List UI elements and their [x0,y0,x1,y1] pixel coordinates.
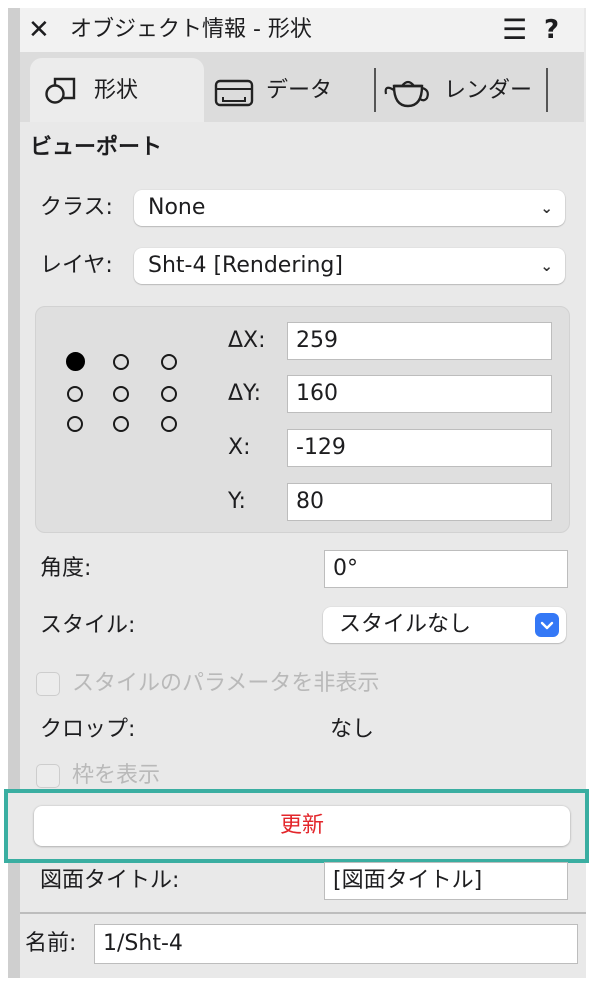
palette-title-bar: ✕ オブジェクト情報 - 形状 ☰ ? [20,8,584,52]
palette-title: オブジェクト情報 - 形状 [70,17,312,42]
menu-icon[interactable]: ☰ [502,8,527,52]
class-label: クラス: [40,195,113,220]
show-frame-checkbox[interactable] [36,764,60,788]
divider [20,912,586,914]
anchor-point-grid[interactable] [64,350,184,436]
x-field[interactable]: -129 [287,429,552,467]
layer-dropdown[interactable]: Sht-4 [Rendering] ⌄ [134,248,565,284]
name-field[interactable]: 1/Sht-4 [94,924,578,964]
chevron-down-icon: ⌄ [540,199,553,217]
shape-icon [44,76,78,106]
anchor-top-left-selected[interactable] [66,352,85,371]
tab-shape[interactable]: 形状 [30,58,204,122]
angle-label: 角度: [40,556,92,581]
teapot-icon [382,72,434,112]
angle-field[interactable]: 0° [324,550,568,588]
tab-render-label: レンダー [444,78,533,103]
delta-y-field[interactable]: 160 [287,375,552,413]
name-label: 名前: [25,931,77,956]
anchor-center[interactable] [113,386,129,402]
layer-label: レイヤ: [40,253,113,278]
y-label: Y: [228,489,246,514]
show-frame-label: 枠を表示 [72,763,161,788]
style-label: スタイル: [40,613,136,638]
tab-render[interactable]: レンダー [378,58,548,122]
class-value: None [148,195,206,220]
section-header-viewport: ビューポート [30,135,163,160]
data-icon [214,78,254,108]
x-label: X: [228,435,251,460]
hide-style-params-label: スタイルのパラメータを非表示 [72,671,380,696]
anchor-top-right[interactable] [161,354,177,370]
style-dropdown[interactable]: スタイルなし [323,607,566,643]
anchor-bottom-left[interactable] [67,416,83,432]
help-icon[interactable]: ? [544,8,559,52]
style-value: スタイルなし [339,612,472,637]
tab-data[interactable]: データ [210,58,370,122]
tab-separator [374,68,376,112]
y-field[interactable]: 80 [287,483,552,521]
delta-x-field[interactable]: 259 [287,322,552,360]
drawing-title-field[interactable]: [図面タイトル] [324,862,568,900]
drawing-title-label: 図面タイトル: [40,868,180,893]
tab-shape-label: 形状 [94,78,139,103]
anchor-top-center[interactable] [113,354,129,370]
tab-data-label: データ [266,78,333,103]
delta-y-label: ΔY: [228,381,261,406]
layer-value: Sht-4 [Rendering] [148,253,343,278]
crop-label: クロップ: [40,717,136,742]
class-dropdown[interactable]: None ⌄ [134,190,565,226]
anchor-middle-right[interactable] [161,386,177,402]
close-icon[interactable]: ✕ [28,8,50,52]
chevron-down-icon: ⌄ [540,257,553,275]
anchor-bottom-center[interactable] [113,416,129,432]
tab-separator [546,68,548,112]
delta-x-label: ΔX: [228,328,266,353]
anchor-middle-left[interactable] [67,386,83,402]
chevron-down-icon [535,613,559,637]
crop-value: なし [330,717,375,742]
anchor-bottom-right[interactable] [161,416,177,432]
highlight-frame [4,789,589,863]
hide-style-params-checkbox[interactable] [36,672,60,696]
tab-bar: 形状 データ レンダー [20,52,584,122]
